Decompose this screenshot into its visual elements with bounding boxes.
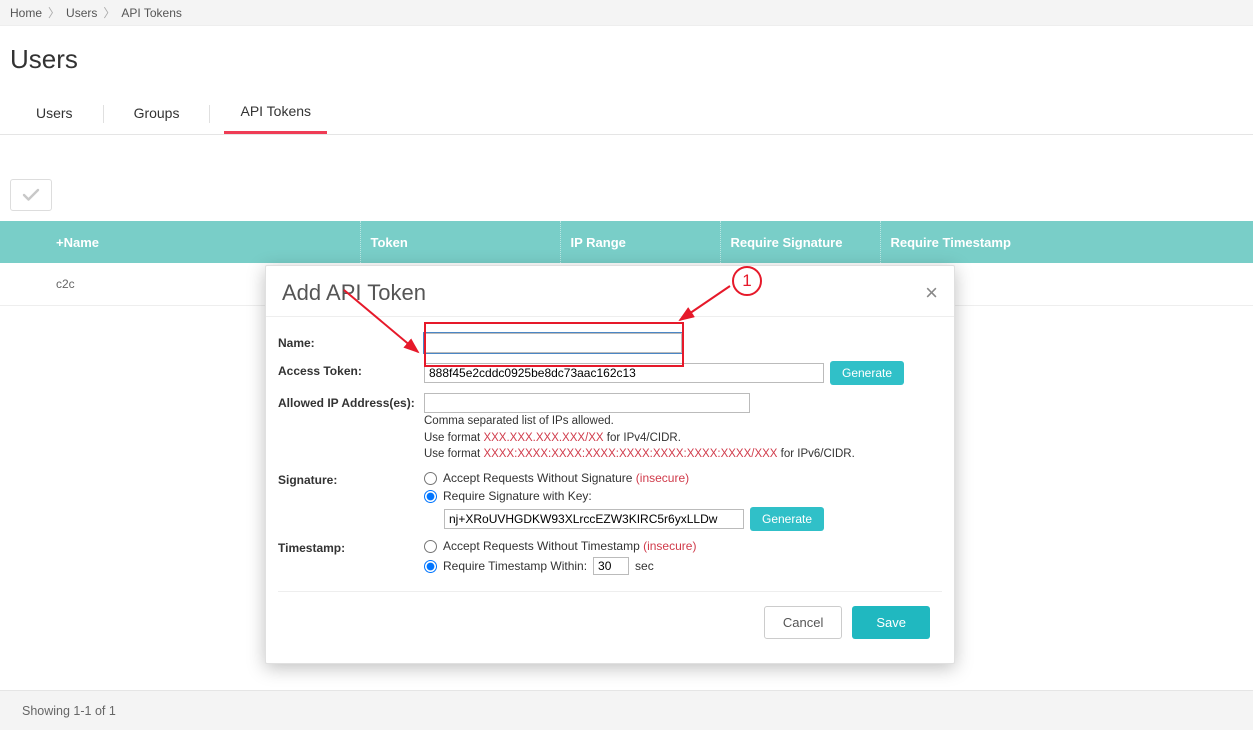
radio-timestamp-none[interactable] xyxy=(424,540,437,553)
label-timestamp: Timestamp: xyxy=(278,539,424,555)
add-api-token-dialog: Add API Token × Name: Access Token: Gene… xyxy=(265,265,955,664)
col-token[interactable]: Token xyxy=(360,221,560,263)
tab-separator xyxy=(209,105,210,123)
generate-key-button[interactable]: Generate xyxy=(750,507,824,531)
label-name: Name: xyxy=(278,333,424,350)
signature-key-input[interactable] xyxy=(444,509,744,529)
tab-api-tokens[interactable]: API Tokens xyxy=(224,93,327,134)
radio-timestamp-within[interactable] xyxy=(424,560,437,573)
breadcrumb: Home 〉 Users 〉 API Tokens xyxy=(0,0,1253,26)
breadcrumb-home[interactable]: Home xyxy=(10,6,42,20)
generate-token-button[interactable]: Generate xyxy=(830,361,904,385)
timestamp-seconds-input[interactable] xyxy=(593,557,629,575)
radio-signature-none[interactable] xyxy=(424,472,437,485)
label-access-token: Access Token: xyxy=(278,361,424,378)
name-input[interactable] xyxy=(424,333,682,353)
page-title: Users xyxy=(0,26,1253,93)
chevron-right-icon: 〉 xyxy=(103,4,115,21)
chevron-right-icon: 〉 xyxy=(48,4,60,21)
tab-users[interactable]: Users xyxy=(20,95,89,133)
check-icon xyxy=(22,188,40,202)
radio-signature-key-label: Require Signature with Key: xyxy=(443,489,592,503)
close-icon[interactable]: × xyxy=(925,282,938,304)
tabs: Users Groups API Tokens xyxy=(0,93,1253,135)
tab-groups[interactable]: Groups xyxy=(118,95,196,133)
breadcrumb-users[interactable]: Users xyxy=(66,6,97,20)
radio-signature-none-label: Accept Requests Without Signature (insec… xyxy=(443,471,689,485)
radio-timestamp-within-label: Require Timestamp Within: xyxy=(443,559,587,573)
save-button[interactable]: Save xyxy=(852,606,930,639)
tab-separator xyxy=(103,105,104,123)
approve-button[interactable] xyxy=(10,179,52,211)
ip-hint: Comma separated list of IPs allowed. Use… xyxy=(424,413,942,463)
label-signature: Signature: xyxy=(278,471,424,487)
radio-timestamp-none-label: Accept Requests Without Timestamp (insec… xyxy=(443,539,696,553)
pagination-status: Showing 1-1 of 1 xyxy=(0,690,1253,730)
timestamp-seconds-suffix: sec xyxy=(635,559,654,573)
col-ip-range[interactable]: IP Range xyxy=(560,221,720,263)
col-require-timestamp[interactable]: Require Timestamp xyxy=(880,221,1253,263)
allowed-ip-input[interactable] xyxy=(424,393,750,413)
col-name[interactable]: +Name xyxy=(0,221,360,263)
dialog-title: Add API Token xyxy=(282,280,426,306)
col-require-signature[interactable]: Require Signature xyxy=(720,221,880,263)
radio-signature-key[interactable] xyxy=(424,490,437,503)
cancel-button[interactable]: Cancel xyxy=(764,606,842,639)
access-token-input[interactable] xyxy=(424,363,824,383)
breadcrumb-api-tokens: API Tokens xyxy=(121,6,181,20)
label-allowed-ips: Allowed IP Address(es): xyxy=(278,393,424,410)
